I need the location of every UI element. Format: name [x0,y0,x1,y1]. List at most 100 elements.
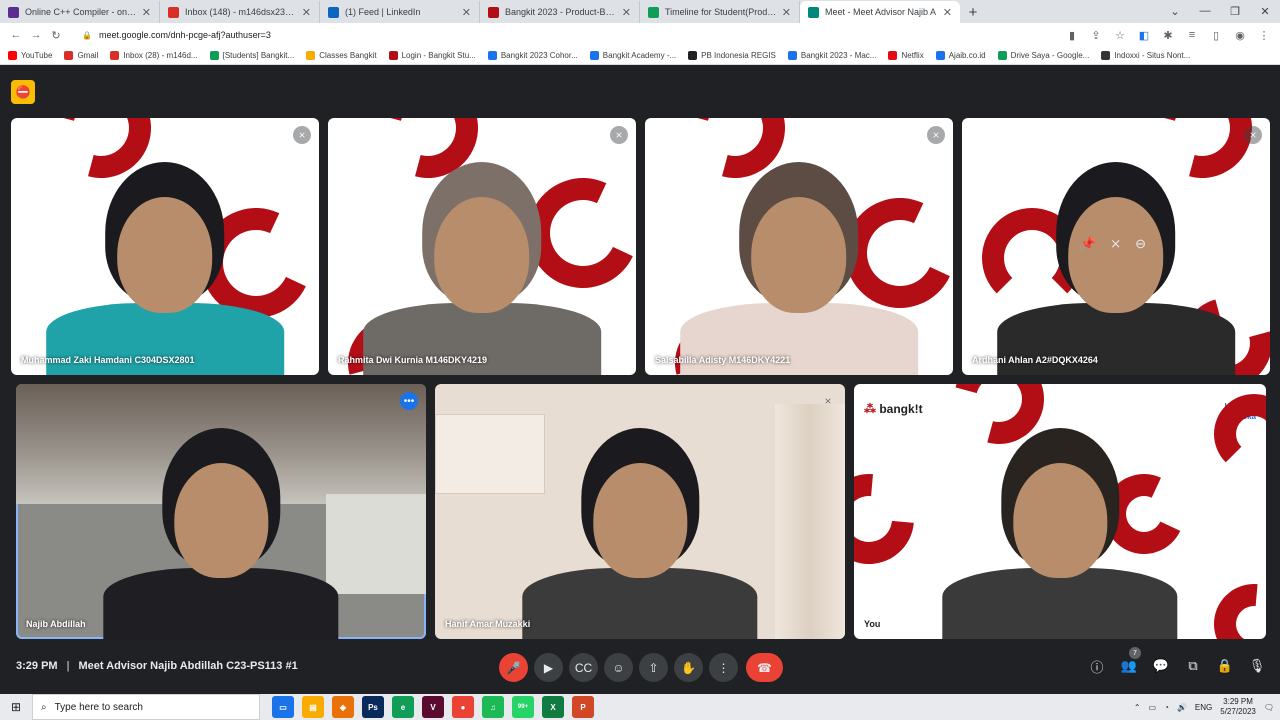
address-bar[interactable]: 🔒 meet.google.com/dnh-pcge-afj?authuser=… [72,25,1056,45]
bookmark-label: Classes Bangkit [319,51,377,60]
participant-tile[interactable]: ⨯ Hanif Amar Muzakki [435,384,845,639]
participant-name: Hanif Amar Muzakki [445,619,531,629]
activities-icon[interactable]: ⧉ [1182,655,1204,677]
close-tab-icon[interactable]: ✕ [462,6,471,19]
edge-icon[interactable]: e [392,696,414,718]
recording-badge[interactable]: ⛔ [11,80,35,104]
host-controls-icon[interactable]: 🔒 [1214,655,1236,677]
app-icon[interactable]: ◈ [332,696,354,718]
task-view-icon[interactable]: ▭ [272,696,294,718]
reading-list-icon[interactable]: ≡ [1182,25,1202,45]
raise-hand-button[interactable]: ✋ [674,653,703,682]
bookmark-item[interactable]: YouTube [8,51,52,60]
participant-video-figure [363,144,601,375]
leave-call-button[interactable]: ☎ [746,653,783,682]
photoshop-icon[interactable]: Ps [362,696,384,718]
mute-participant-icon[interactable]: ⨯ [1110,236,1121,252]
network-icon[interactable]: ◔ [1164,703,1169,712]
participant-tile-pinned[interactable]: ••• Najib Abdillah [16,384,426,639]
bookmark-item[interactable]: Netflix [888,51,924,60]
mic-status-icon[interactable]: 🎙 [1246,655,1268,677]
reload-icon[interactable]: ↻ [46,25,66,45]
people-icon[interactable]: 👥 7 [1118,647,1141,677]
bookmark-label: Netflix [901,51,924,60]
bookmark-star-icon[interactable]: ☆ [1110,25,1130,45]
chat-icon[interactable]: 💬 [1150,655,1172,677]
forward-arrow-icon[interactable]: → [26,25,46,45]
minimize-button[interactable]: — [1190,0,1220,22]
close-tab-icon[interactable]: ✕ [622,6,631,19]
bookmark-item[interactable]: PB Indonesia REGIS [688,51,776,60]
bookmark-item[interactable]: Indoxxi - Situs Nont... [1101,51,1190,60]
whatsapp-icon[interactable]: 99+ [512,696,534,718]
participant-tile[interactable]: ⨯ Ardhani Ahlan A2#DQKX4264 📌 ⨯ ⊖ [962,118,1270,375]
clock-date: 5/27/2023 [1220,707,1256,716]
powerpoint-icon[interactable]: P [572,696,594,718]
participant-tile[interactable]: ⁂ bangk!t Kampus Merdeka You [854,384,1266,639]
participant-tile[interactable]: ⨯ Rahmita Dwi Kurnia M146DKY4219 [328,118,636,375]
notifications-icon[interactable]: 🗨 [1264,703,1274,712]
reactions-button[interactable]: ☺ [604,653,633,682]
excel-icon[interactable]: X [542,696,564,718]
remove-icon[interactable]: ⊖ [1135,236,1146,252]
puzzle-extensions-icon[interactable]: ✱ [1158,25,1178,45]
language-indicator[interactable]: ENG [1195,703,1212,712]
battery-icon[interactable]: ▭ [1149,703,1157,712]
more-options-button[interactable]: ⋮ [709,653,738,682]
close-tab-icon[interactable]: ✕ [782,6,791,19]
participant-name: Muhammad Zaki Hamdani C304DSX2801 [21,355,195,365]
background-curtain [775,404,845,639]
browser-tab[interactable]: (1) Feed | LinkedIn ✕ [320,1,480,23]
bookmark-item[interactable]: Drive Saya - Google... [997,51,1089,60]
menu-icon[interactable]: ⋮ [1254,25,1274,45]
bookmark-item[interactable]: Classes Bangkit [306,51,377,60]
close-tab-icon[interactable]: ✕ [943,6,952,19]
browser-tab[interactable]: Online C++ Compiler - online ed ✕ [0,1,160,23]
present-button[interactable]: ⇧ [639,653,668,682]
bangkit-logo: ⁂ bangk!t [864,402,923,416]
taskbar-clock[interactable]: 3:29 PM 5/27/2023 [1220,697,1256,717]
bookmark-favicon-icon [8,51,17,60]
back-arrow-icon[interactable]: ← [6,25,26,45]
new-tab-button[interactable]: + [960,1,986,23]
windows-start-icon[interactable]: ⊞ [0,694,32,720]
share-icon[interactable]: ⇪ [1086,25,1106,45]
bookmark-item[interactable]: Bangkit 2023 Cohor... [487,51,578,60]
tab-search-icon[interactable]: ⌄ [1160,0,1190,22]
pin-icon[interactable]: 📌 [1080,236,1096,252]
profile-avatar[interactable]: ◉ [1230,25,1250,45]
bookmark-item[interactable]: Login - Bangkit Stu... [388,51,476,60]
spotify-icon[interactable]: ♫ [482,696,504,718]
bookmark-item[interactable]: [Students] Bangkit... [209,51,294,60]
taskbar-search-input[interactable]: ⌕ Type here to search [32,694,260,720]
browser-tab[interactable]: Timeline for Student(Product Ca ✕ [640,1,800,23]
vim-icon[interactable]: V [422,696,444,718]
captions-button[interactable]: CC [569,653,598,682]
bookmark-item[interactable]: Ajaib.co.id [935,51,986,60]
browser-tab[interactable]: Bangkit 2023 - Product-Based ✕ [480,1,640,23]
browser-tab[interactable]: Meet - Meet Advisor Najib A ✕ [800,1,960,23]
meeting-time: 3:29 PM [16,660,58,672]
close-window-button[interactable]: ✕ [1250,0,1280,22]
meeting-info-icon[interactable]: ⓘ [1086,655,1108,677]
more-options-icon[interactable]: ••• [400,392,418,410]
side-panel-icon[interactable]: ▯ [1206,25,1226,45]
maximize-button[interactable]: ❐ [1220,0,1250,22]
camera-indicator-icon[interactable]: ▮ [1062,25,1082,45]
file-explorer-icon[interactable]: ▤ [302,696,324,718]
bookmark-item[interactable]: Inbox (28) - m146d... [110,51,198,60]
camera-toggle-button[interactable]: ▶ [534,653,563,682]
mic-toggle-button[interactable]: 🎤 [499,653,528,682]
close-tab-icon[interactable]: ✕ [302,6,311,19]
participant-tile[interactable]: ⨯ Muhammad Zaki Hamdani C304DSX2801 [11,118,319,375]
close-tab-icon[interactable]: ✕ [142,6,151,19]
participant-tile[interactable]: ⨯ Salsabilla Adisty M146DKY4221 [645,118,953,375]
bookmark-item[interactable]: Bangkit Academy -... [589,51,676,60]
bookmark-item[interactable]: Bangkit 2023 - Mac... [787,51,876,60]
bookmark-item[interactable]: Gmail [64,51,98,60]
tray-expand-icon[interactable]: ⌃ [1134,703,1141,712]
extension-icon[interactable]: ◧ [1134,25,1154,45]
chrome-icon[interactable]: ● [452,696,474,718]
volume-icon[interactable]: 🔊 [1177,703,1187,712]
browser-tab[interactable]: Inbox (148) - m146dsx2340@ba ✕ [160,1,320,23]
